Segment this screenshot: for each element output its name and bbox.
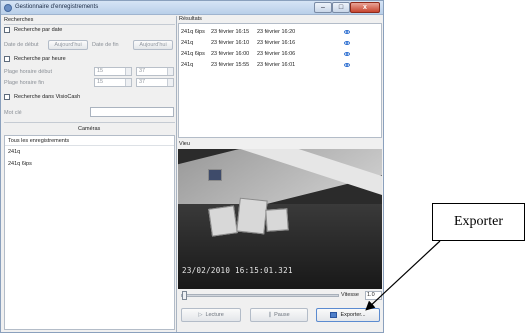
visiocash-search-row: Recherche dans VisioCash (4, 94, 80, 100)
date-search-row: Recherche par date (4, 27, 62, 33)
results-list[interactable]: 241q 6ips 23 février 16:15 23 février 16… (178, 23, 382, 138)
result-start: 23 février 15:55 (211, 62, 250, 68)
camera-list-item[interactable]: 241q 6ips (8, 161, 32, 167)
export-callout: Exporter (432, 203, 525, 241)
pause-label: Pause (274, 312, 290, 318)
time-search-checkbox[interactable] (4, 56, 10, 62)
export-label: Exporter... (340, 312, 366, 318)
time-start-label: Plage horaire début (4, 69, 53, 75)
result-start: 23 février 16:10 (211, 40, 250, 46)
results-label: Résultats (179, 16, 202, 22)
minimize-button[interactable]: – (314, 2, 332, 13)
spinner-arrows-icon[interactable] (167, 68, 173, 75)
speed-input[interactable]: 1.0 (365, 291, 382, 300)
video-box (208, 205, 238, 237)
play-label: Lecture (205, 312, 224, 318)
eye-icon[interactable] (344, 41, 350, 45)
spinner-arrows-icon[interactable] (125, 79, 131, 86)
window-title: Gestionnaire d'enregistrements (15, 4, 99, 10)
view-label: Vieu (179, 141, 190, 147)
export-icon (330, 311, 338, 318)
result-end: 23 février 16:06 (257, 51, 296, 57)
camera-list[interactable]: Tous les enregistrements 241q 241q 6ips (4, 135, 175, 330)
eye-icon[interactable] (344, 63, 350, 67)
results-pane: Résultats 241q 6ips 23 février 16:15 23 … (178, 16, 383, 332)
divider (4, 122, 175, 123)
time-search-row: Recherche par heure (4, 56, 66, 62)
spinner-arrows-icon[interactable] (167, 79, 173, 86)
result-start: 23 février 16:15 (211, 29, 250, 35)
video-box (208, 169, 222, 181)
video-box (265, 208, 289, 232)
date-search-label: Recherche par date (14, 27, 63, 33)
time-search-label: Recherche par heure (14, 56, 66, 62)
spinner-arrows-icon[interactable] (125, 68, 131, 75)
start-hour-value: 15 (97, 68, 104, 74)
end-date-today-button[interactable]: Aujourd'hui (133, 40, 173, 50)
search-pane: Recherches Recherche par date Date de dé… (2, 16, 177, 332)
eye-icon[interactable] (344, 30, 350, 34)
video-viewport[interactable]: 23/02/2010 16:15:01.321 (178, 149, 382, 289)
play-button[interactable]: ▷ Lecture (181, 308, 241, 322)
camera-list-item[interactable]: 241q (8, 149, 20, 155)
visiocash-search-label: Recherche dans VisioCash (14, 94, 81, 100)
app-icon (4, 4, 12, 12)
end-minute-spinner[interactable]: 37 (136, 78, 174, 87)
speed-label: Vitesse (341, 292, 359, 298)
title-bar[interactable]: Gestionnaire d'enregistrements – □ x (1, 1, 383, 15)
result-start: 23 février 16:00 (211, 51, 250, 57)
start-minute-spinner[interactable]: 37 (136, 67, 174, 76)
result-end: 23 février 16:20 (257, 29, 296, 35)
result-end: 23 février 16:01 (257, 62, 296, 68)
time-end-label: Plage horaire fin (4, 80, 45, 86)
end-minute-value: 37 (139, 79, 146, 85)
result-camera: 241q 6ips (181, 29, 205, 35)
result-end: 23 février 16:16 (257, 40, 296, 46)
start-date-label: Date de début (4, 42, 39, 48)
keyword-input[interactable] (90, 107, 174, 117)
searches-group-label: Recherches (4, 17, 34, 23)
date-search-checkbox[interactable] (4, 27, 10, 33)
playback-slider-track[interactable] (181, 294, 339, 297)
close-button[interactable]: x (350, 2, 380, 13)
play-icon: ▷ (198, 312, 203, 318)
pause-button[interactable]: ∥ Pause (250, 308, 308, 322)
pause-icon: ∥ (268, 312, 272, 318)
end-hour-value: 15 (97, 79, 104, 85)
video-timestamp: 23/02/2010 16:15:01.321 (182, 266, 293, 275)
end-date-label: Date de fin (92, 42, 119, 48)
start-minute-value: 37 (139, 68, 146, 74)
divider (4, 24, 175, 25)
recordings-manager-window: Gestionnaire d'enregistrements – □ x Rec… (0, 0, 384, 333)
start-date-today-button[interactable]: Aujourd'hui (48, 40, 88, 50)
playback-slider-thumb[interactable] (182, 291, 187, 300)
keyword-label: Mot clé (4, 110, 22, 116)
result-camera: 241q (181, 62, 194, 68)
end-hour-spinner[interactable]: 15 (94, 78, 132, 87)
cameras-label: Caméras (78, 126, 101, 132)
result-camera: 241q (181, 40, 194, 46)
start-hour-spinner[interactable]: 15 (94, 67, 132, 76)
eye-icon[interactable] (344, 52, 350, 56)
camera-list-item[interactable]: Tous les enregistrements (5, 136, 174, 146)
video-box (236, 197, 268, 235)
maximize-button[interactable]: □ (332, 2, 350, 13)
visiocash-search-checkbox[interactable] (4, 94, 10, 100)
export-button[interactable]: Exporter... (316, 308, 380, 322)
result-camera: 241q 6ips (181, 51, 205, 57)
